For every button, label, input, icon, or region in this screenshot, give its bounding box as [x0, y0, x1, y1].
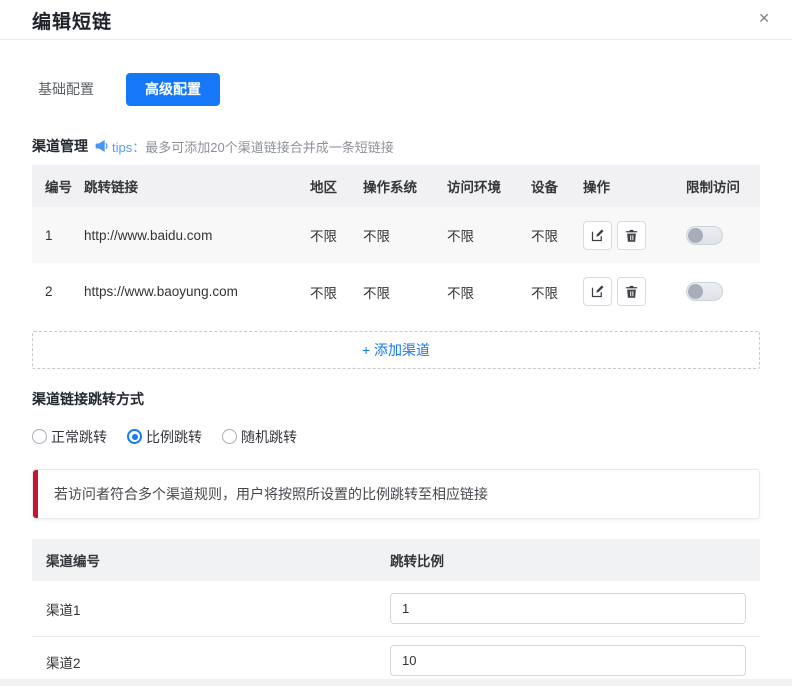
radio-circle[interactable]	[127, 429, 142, 444]
ratio-table: 渠道编号 跳转比例 渠道1 渠道2	[32, 539, 760, 693]
cell-device: 不限	[531, 282, 583, 302]
add-channel-button[interactable]: + 添加渠道	[32, 331, 760, 369]
alert-accent-bar	[33, 470, 38, 518]
ratio-info-alert: 若访问者符合多个渠道规则，用户将按照所设置的比例跳转至相应链接	[32, 469, 760, 519]
radio-label: 正常跳转	[51, 427, 107, 447]
radio-random-jump[interactable]: 随机跳转	[222, 427, 297, 447]
ratio-row: 渠道1	[32, 581, 760, 637]
col-header-number: 编号	[32, 176, 84, 196]
radio-circle[interactable]	[222, 429, 237, 444]
cell-actions	[583, 221, 676, 250]
cell-number: 1	[32, 228, 84, 243]
restrict-access-toggle[interactable]	[686, 282, 723, 301]
col-header-env: 访问环境	[447, 176, 531, 196]
cell-device: 不限	[531, 225, 583, 245]
channel-table: 编号 跳转链接 地区 操作系统 访问环境 设备 操作 限制访问 1 http:/…	[32, 165, 760, 320]
tab-advanced-config[interactable]: 高级配置	[126, 73, 220, 106]
alert-text: 若访问者符合多个渠道规则，用户将按照所设置的比例跳转至相应链接	[54, 484, 488, 504]
trash-icon	[624, 228, 639, 243]
col-header-os: 操作系统	[363, 176, 447, 196]
col-header-url: 跳转链接	[84, 176, 310, 196]
col-header-ratio: 跳转比例	[390, 550, 760, 570]
col-header-actions: 操作	[583, 176, 676, 196]
channel-management-label: 渠道管理	[32, 136, 88, 156]
tips-prefix: tips：	[112, 137, 145, 156]
ratio-input-channel1[interactable]	[390, 593, 746, 624]
radio-label: 比例跳转	[146, 427, 202, 447]
radio-normal-jump[interactable]: 正常跳转	[32, 427, 107, 447]
delete-button[interactable]	[617, 221, 646, 250]
edit-icon	[590, 228, 605, 243]
col-header-channel: 渠道编号	[32, 550, 390, 570]
channel-name: 渠道1	[32, 599, 390, 619]
tab-basic-config[interactable]: 基础配置	[32, 73, 110, 106]
cell-url: https://www.baoyung.com	[84, 284, 310, 299]
radio-circle[interactable]	[32, 429, 47, 444]
channel-management-section: 渠道管理 tips： 最多可添加20个渠道链接合并成一条短链接	[32, 136, 760, 156]
cell-restrict	[676, 226, 760, 245]
config-tabs: 基础配置 高级配置	[32, 73, 760, 106]
jump-mode-label: 渠道链接跳转方式	[32, 389, 760, 407]
edit-shortlink-modal: 编辑短链 ✕ 基础配置 高级配置 渠道管理 tips： 最多可添加20个渠道链接…	[0, 0, 792, 693]
tips-text: 最多可添加20个渠道链接合并成一条短链接	[145, 137, 393, 156]
delete-button[interactable]	[617, 277, 646, 306]
toggle-knob	[688, 228, 703, 243]
radio-ratio-jump[interactable]: 比例跳转	[127, 427, 202, 447]
col-header-device: 设备	[531, 176, 583, 196]
table-row: 1 http://www.baidu.com 不限 不限 不限 不限	[32, 207, 760, 263]
cell-number: 2	[32, 284, 84, 299]
bottom-strip	[0, 679, 792, 686]
radio-label: 随机跳转	[241, 427, 297, 447]
cell-os: 不限	[363, 282, 447, 302]
col-header-region: 地区	[310, 176, 363, 196]
ratio-table-header: 渠道编号 跳转比例	[32, 539, 760, 581]
edit-icon	[590, 284, 605, 299]
cell-actions	[583, 277, 676, 306]
col-header-restrict: 限制访问	[676, 176, 760, 196]
trash-icon	[624, 284, 639, 299]
close-icon[interactable]: ✕	[754, 7, 774, 29]
toggle-knob	[688, 284, 703, 299]
megaphone-icon	[94, 138, 110, 154]
cell-restrict	[676, 282, 760, 301]
cell-region: 不限	[310, 225, 363, 245]
cell-os: 不限	[363, 225, 447, 245]
cell-url: http://www.baidu.com	[84, 228, 310, 243]
jump-mode-options: 正常跳转 比例跳转 随机跳转	[32, 428, 760, 445]
edit-button[interactable]	[583, 277, 612, 306]
edit-button[interactable]	[583, 221, 612, 250]
channel-table-header: 编号 跳转链接 地区 操作系统 访问环境 设备 操作 限制访问	[32, 165, 760, 207]
channel-name: 渠道2	[32, 645, 390, 672]
ratio-input-channel2[interactable]	[390, 645, 746, 676]
modal-header: 编辑短链 ✕	[0, 0, 792, 40]
table-row: 2 https://www.baoyung.com 不限 不限 不限 不限	[32, 263, 760, 320]
restrict-access-toggle[interactable]	[686, 226, 723, 245]
cell-env: 不限	[447, 225, 531, 245]
cell-region: 不限	[310, 282, 363, 302]
page-title: 编辑短链	[32, 7, 112, 34]
cell-env: 不限	[447, 282, 531, 302]
